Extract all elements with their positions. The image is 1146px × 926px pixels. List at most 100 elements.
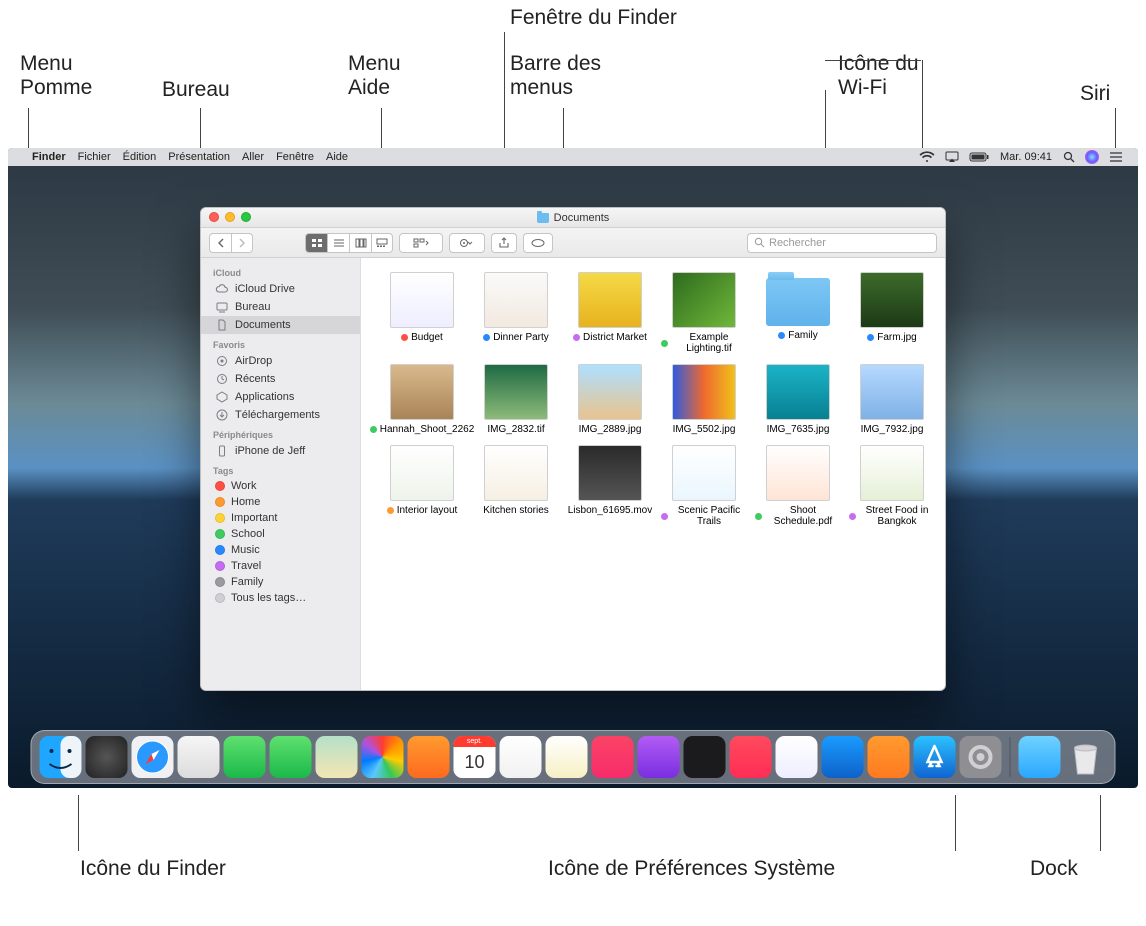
file-item[interactable]: Interior layout: [379, 445, 465, 527]
dock-tv[interactable]: [684, 736, 726, 778]
dock-pages[interactable]: [868, 736, 910, 778]
sidebar-item-applications[interactable]: Applications: [201, 388, 360, 406]
finder-titlebar[interactable]: Documents: [201, 208, 945, 228]
siri-icon[interactable]: [1085, 150, 1099, 164]
dock-notes[interactable]: [546, 736, 588, 778]
sidebar-item-home[interactable]: Home: [201, 494, 360, 510]
app-menu[interactable]: Finder: [26, 151, 72, 163]
dock-reminders[interactable]: [500, 736, 542, 778]
list-view-button[interactable]: [327, 233, 349, 253]
back-button[interactable]: [209, 233, 231, 253]
dock-downloads[interactable]: [1019, 736, 1061, 778]
sidebar-item-music[interactable]: Music: [201, 542, 360, 558]
file-item[interactable]: Dinner Party: [473, 272, 559, 354]
menu-présentation[interactable]: Présentation: [162, 151, 236, 163]
dock-music[interactable]: [592, 736, 634, 778]
dock-mail[interactable]: [178, 736, 220, 778]
file-item[interactable]: Scenic Pacific Trails: [661, 445, 747, 527]
callout-dock: Dock: [1030, 857, 1078, 881]
dock-calendar[interactable]: sept.10: [454, 736, 496, 778]
close-button[interactable]: [209, 212, 219, 222]
tag-dot: [661, 513, 668, 520]
menu-fichier[interactable]: Fichier: [72, 151, 117, 163]
file-item[interactable]: District Market: [567, 272, 653, 354]
sidebar-item-airdrop[interactable]: AirDrop: [201, 352, 360, 370]
menubar-date[interactable]: Mar. 09:41: [1000, 151, 1052, 163]
zoom-button[interactable]: [241, 212, 251, 222]
menu-aller[interactable]: Aller: [236, 151, 270, 163]
forward-button[interactable]: [231, 233, 253, 253]
tags-button[interactable]: [523, 233, 553, 253]
sidebar-item-school[interactable]: School: [201, 526, 360, 542]
battery-icon[interactable]: [969, 152, 989, 162]
search-field[interactable]: Rechercher: [747, 233, 937, 253]
file-item[interactable]: IMG_2889.jpg: [567, 364, 653, 435]
file-item[interactable]: IMG_2832.tif: [473, 364, 559, 435]
dock-sysprefs[interactable]: [960, 736, 1002, 778]
file-label: IMG_2832.tif: [487, 424, 544, 435]
sidebar-item-travel[interactable]: Travel: [201, 558, 360, 574]
file-label: Budget: [401, 332, 443, 343]
file-label: IMG_7932.jpg: [861, 424, 924, 435]
file-item[interactable]: IMG_5502.jpg: [661, 364, 747, 435]
spotlight-icon[interactable]: [1063, 151, 1075, 163]
dock-maps[interactable]: [316, 736, 358, 778]
icon-view-button[interactable]: [305, 233, 327, 253]
dock-safari[interactable]: [132, 736, 174, 778]
sidebar-item-family[interactable]: Family: [201, 574, 360, 590]
file-label: Shoot Schedule.pdf: [755, 505, 841, 527]
file-item[interactable]: Hannah_Shoot_2262: [379, 364, 465, 435]
file-item[interactable]: Example Lighting.tif: [661, 272, 747, 354]
menu-fenêtre[interactable]: Fenêtre: [270, 151, 320, 163]
sidebar-item-bureau[interactable]: Bureau: [201, 298, 360, 316]
action-button[interactable]: [449, 233, 485, 253]
wifi-icon[interactable]: [919, 151, 935, 163]
sidebar-item-work[interactable]: Work: [201, 478, 360, 494]
group-button[interactable]: [399, 233, 443, 253]
dock-news[interactable]: [730, 736, 772, 778]
sidebar-item-important[interactable]: Important: [201, 510, 360, 526]
file-item[interactable]: Kitchen stories: [473, 445, 559, 527]
sidebar-item-r-cents[interactable]: Récents: [201, 370, 360, 388]
file-item[interactable]: IMG_7932.jpg: [849, 364, 935, 435]
file-item[interactable]: Budget: [379, 272, 465, 354]
dock-finder[interactable]: [40, 736, 82, 778]
menu-édition[interactable]: Édition: [117, 151, 163, 163]
column-view-button[interactable]: [349, 233, 371, 253]
file-label: Lisbon_61695.mov: [568, 505, 653, 516]
minimize-button[interactable]: [225, 212, 235, 222]
dock-facetime[interactable]: [270, 736, 312, 778]
dock-keynote[interactable]: [822, 736, 864, 778]
airplay-icon[interactable]: [945, 151, 959, 163]
notification-center-icon[interactable]: [1109, 151, 1123, 163]
file-item[interactable]: Street Food in Bangkok: [849, 445, 935, 527]
dock-podcasts[interactable]: [638, 736, 680, 778]
dock-numbers[interactable]: [776, 736, 818, 778]
tag-dot: [483, 334, 490, 341]
dock-photos[interactable]: [362, 736, 404, 778]
sidebar-item-documents[interactable]: Documents: [201, 316, 360, 334]
sidebar-item-tous-les-tags-[interactable]: Tous les tags…: [201, 590, 360, 606]
sidebar-item-label: iPhone de Jeff: [235, 445, 305, 457]
share-button[interactable]: [491, 233, 517, 253]
tag-dot: [215, 577, 225, 587]
file-item[interactable]: Family: [755, 272, 841, 354]
file-label: Dinner Party: [483, 332, 549, 343]
sidebar-item-t-l-chargements[interactable]: Téléchargements: [201, 406, 360, 424]
dock-photobooth[interactable]: [408, 736, 450, 778]
dock-trash[interactable]: [1065, 736, 1107, 778]
sidebar-item-icloud-drive[interactable]: iCloud Drive: [201, 280, 360, 298]
file-label: Farm.jpg: [867, 332, 916, 343]
dock-appstore[interactable]: [914, 736, 956, 778]
file-item[interactable]: Farm.jpg: [849, 272, 935, 354]
menu-aide[interactable]: Aide: [320, 151, 354, 163]
dock-launchpad[interactable]: [86, 736, 128, 778]
sidebar-item-label: Important: [231, 512, 277, 524]
gallery-view-button[interactable]: [371, 233, 393, 253]
file-item[interactable]: IMG_7635.jpg: [755, 364, 841, 435]
sidebar-section-icloud: iCloud: [201, 262, 360, 280]
sidebar-item-iphone-de-jeff[interactable]: iPhone de Jeff: [201, 442, 360, 460]
file-item[interactable]: Shoot Schedule.pdf: [755, 445, 841, 527]
file-item[interactable]: Lisbon_61695.mov: [567, 445, 653, 527]
dock-messages[interactable]: [224, 736, 266, 778]
